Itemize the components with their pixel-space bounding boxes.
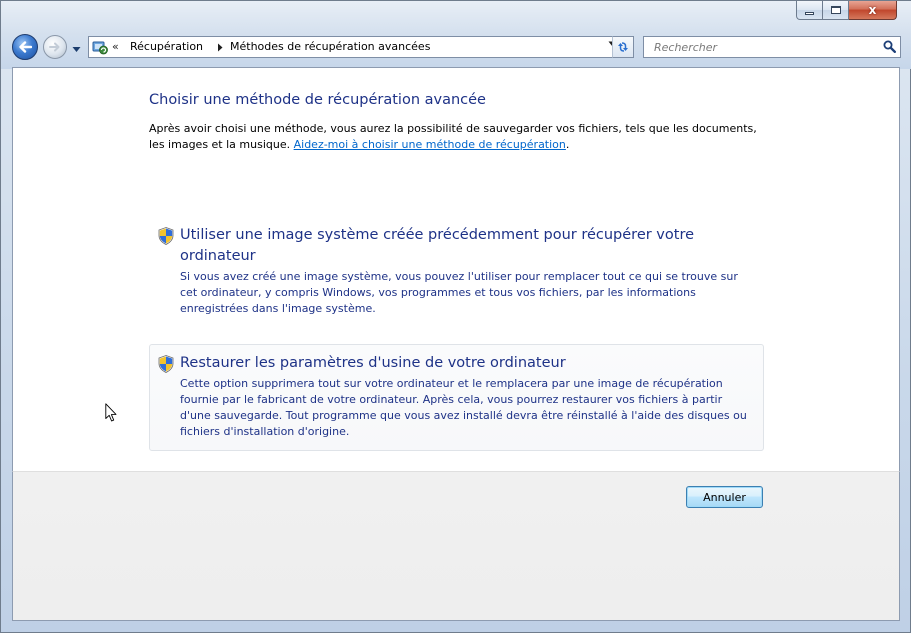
uac-shield-icon (158, 355, 174, 373)
search-box[interactable] (643, 36, 901, 58)
page-title: Choisir une méthode de récupération avan… (149, 92, 486, 108)
recent-pages-dropdown[interactable] (72, 43, 81, 56)
footer-bar: Annuler (12, 471, 900, 621)
back-button[interactable] (12, 34, 38, 60)
minimize-icon (805, 11, 814, 15)
mouse-pointer-icon (105, 403, 117, 422)
maximize-button[interactable] (823, 1, 849, 20)
option-description: Si vous avez créé une image système, vou… (180, 270, 738, 315)
breadcrumb-methodes[interactable]: Méthodes de récupération avancées (230, 40, 430, 53)
content-panel: Choisir une méthode de récupération avan… (12, 67, 900, 472)
breadcrumb-separator-icon[interactable] (217, 43, 223, 52)
option-description: Cette option supprimera tout sur votre o… (180, 377, 747, 438)
help-link[interactable]: Aidez-moi à choisir une méthode de récup… (294, 138, 566, 151)
close-button[interactable]: x (849, 1, 897, 20)
navigation-bar: « Récupération Méthodes de récupération … (12, 34, 902, 60)
uac-shield-icon (158, 227, 174, 245)
refresh-icon (618, 42, 628, 52)
window-frame: x « Récupération Méthodes de récupératio… (0, 0, 911, 633)
chevron-down-icon (72, 47, 81, 52)
search-input[interactable] (644, 37, 882, 57)
forward-arrow-icon (49, 42, 60, 52)
option-system-image[interactable]: Utiliser une image système créée précéde… (149, 216, 764, 328)
forward-button[interactable] (43, 35, 67, 59)
caption-buttons: x (796, 1, 897, 21)
option-title: Utiliser une image système créée précéde… (180, 227, 695, 264)
option-factory-reset[interactable]: Restaurer les paramètres d'usine de votr… (149, 344, 764, 451)
breadcrumb-recuperation[interactable]: Récupération (130, 40, 203, 53)
option-title: Restaurer les paramètres d'usine de votr… (180, 355, 566, 371)
refresh-button[interactable] (612, 36, 634, 58)
intro-period: . (565, 138, 570, 151)
intro-text: Après avoir choisi une méthode, vous aur… (149, 121, 769, 153)
address-bar[interactable]: « Récupération Méthodes de récupération … (88, 36, 621, 58)
address-overflow-chevron[interactable]: « (112, 40, 119, 53)
minimize-button[interactable] (796, 1, 823, 20)
maximize-icon (830, 6, 841, 14)
close-icon: x (868, 3, 877, 17)
back-arrow-icon (19, 41, 32, 53)
recovery-icon (92, 41, 108, 55)
search-icon[interactable] (883, 40, 896, 53)
cancel-button[interactable]: Annuler (686, 486, 763, 508)
